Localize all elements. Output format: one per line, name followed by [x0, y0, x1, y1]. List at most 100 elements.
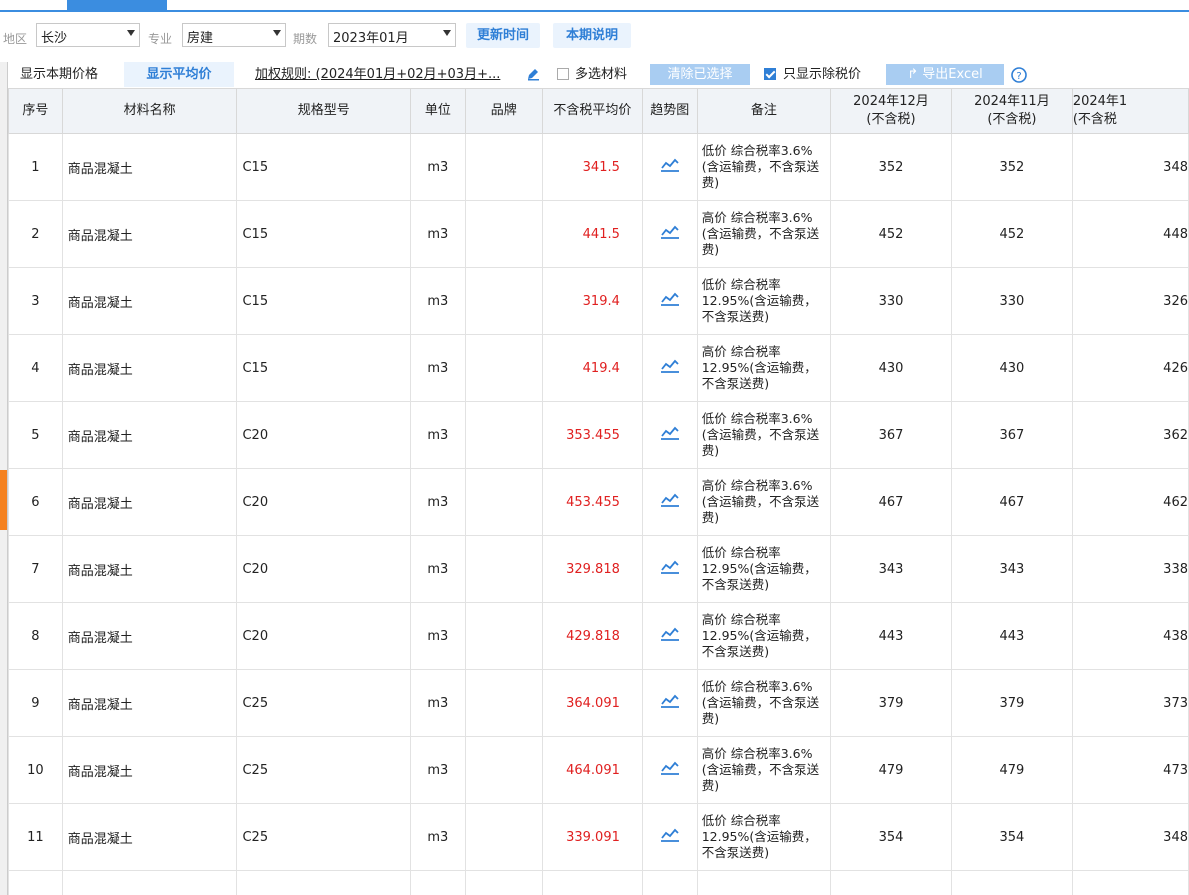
table-row[interactable]: 6 商品混凝土 C20 m3 453.455 高价 综合税率3.6%(含运输费，不含泵送费… [8, 468, 1189, 536]
table-row[interactable]: 高价 综合税率 [8, 870, 1189, 895]
cell-material-name: 商品混凝土 [61, 803, 238, 871]
filter-bar: 地区 长沙 专业 房建 期数 2023年01月 更新时间 本期说明 [0, 13, 1189, 58]
region-select[interactable]: 长沙 [36, 23, 140, 47]
cell-avg-price: 339.091 [541, 803, 643, 871]
table-row[interactable]: 1 商品混凝土 C15 m3 341.5 低价 综合税率3.6%(含运输费，不含泵送费) 3… [8, 133, 1189, 201]
period-select[interactable]: 2023年01月 [328, 23, 456, 47]
trend-chart-icon[interactable] [660, 693, 680, 709]
cell-2024-10: 338 [1071, 535, 1189, 603]
show-avg-price-button[interactable]: 显示平均价 [124, 62, 234, 87]
cell-spec: C25 [236, 669, 411, 737]
cell-2024-11: 367 [950, 401, 1073, 469]
cell-trend[interactable] [641, 602, 698, 670]
period-label: 期数 [293, 32, 318, 46]
left-collapse-marker[interactable] [0, 470, 7, 530]
col-header-2024-12[interactable]: 2024年12月 (不含税) [830, 88, 952, 134]
cell-2024-10: 362 [1071, 401, 1189, 469]
trend-chart-icon[interactable] [660, 626, 680, 642]
table-row[interactable]: 4 商品混凝土 C15 m3 419.4 高价 综合税率12.95%(含运输费，不含泵送费… [8, 334, 1189, 402]
update-time-button[interactable]: 更新时间 [466, 23, 540, 48]
cell-trend[interactable] [641, 736, 698, 804]
cell-material-name: 商品混凝土 [61, 669, 238, 737]
cell-material-name: 商品混凝土 [61, 267, 238, 335]
cell-trend[interactable] [641, 334, 698, 402]
trend-chart-icon[interactable] [660, 827, 680, 843]
cell-trend[interactable] [641, 468, 698, 536]
major-select[interactable]: 房建 [182, 23, 286, 47]
cell-brand [464, 334, 543, 402]
cell-2024-10: 473 [1071, 736, 1189, 804]
export-excel-button[interactable]: ↱ 导出Excel [886, 64, 1004, 85]
cell-unit: m3 [409, 267, 466, 335]
show-current-price-button[interactable]: 显示本期价格 [20, 62, 98, 87]
cell-unit: m3 [409, 535, 466, 603]
cell-trend[interactable] [641, 803, 698, 871]
table-row[interactable]: 5 商品混凝土 C20 m3 353.455 低价 综合税率3.6%(含运输费，不含泵送费… [8, 401, 1189, 469]
col-header-avg-price[interactable]: 不含税平均价 [541, 88, 643, 134]
trend-chart-icon[interactable] [660, 559, 680, 575]
table-row[interactable]: 7 商品混凝土 C20 m3 329.818 低价 综合税率12.95%(含运输费，不含泵… [8, 535, 1189, 603]
only-tax-excluded-checkbox[interactable] [764, 68, 776, 80]
cell-avg-price: 419.4 [541, 334, 643, 402]
col-header-note[interactable]: 备注 [696, 88, 832, 134]
trend-chart-icon[interactable] [660, 425, 680, 441]
multi-select-checkbox[interactable] [557, 68, 569, 80]
cell-2024-11: 379 [950, 669, 1073, 737]
cell-avg-price: 319.4 [541, 267, 643, 335]
cell-spec: C20 [236, 401, 411, 469]
table-row[interactable]: 10 商品混凝土 C25 m3 464.091 高价 综合税率3.6%(含运输费，不含泵送… [8, 736, 1189, 804]
table-row[interactable]: 2 商品混凝土 C15 m3 441.5 高价 综合税率3.6%(含运输费，不含泵送费) 4… [8, 200, 1189, 268]
cell-trend[interactable] [641, 535, 698, 603]
cell-trend[interactable] [641, 267, 698, 335]
cell-2024-11 [950, 870, 1073, 895]
col-header-trend[interactable]: 趋势图 [641, 88, 698, 134]
grid-toolbar: 显示本期价格 显示平均价 加权规则: (2024年01月+02月+03月+...… [0, 62, 1189, 87]
table-row[interactable]: 11 商品混凝土 C25 m3 339.091 低价 综合税率12.95%(含运输费，不含… [8, 803, 1189, 871]
cell-unit [409, 870, 466, 895]
cell-trend[interactable] [641, 669, 698, 737]
cell-unit: m3 [409, 602, 466, 670]
cell-material-name: 商品混凝土 [61, 535, 238, 603]
col-header-2024-11[interactable]: 2024年11月 (不含税) [950, 88, 1073, 134]
trend-chart-icon[interactable] [660, 224, 680, 240]
cell-brand [464, 870, 543, 895]
cell-trend[interactable] [641, 133, 698, 201]
cell-unit: m3 [409, 334, 466, 402]
cell-2024-10: 462 [1071, 468, 1189, 536]
table-row[interactable]: 3 商品混凝土 C15 m3 319.4 低价 综合税率12.95%(含运输费，不含泵送费… [8, 267, 1189, 335]
col-header-brand[interactable]: 品牌 [464, 88, 543, 134]
period-info-button[interactable]: 本期说明 [553, 23, 631, 48]
chevron-down-icon [273, 30, 281, 36]
svg-text:?: ? [1016, 71, 1021, 82]
cell-no: 9 [8, 669, 63, 737]
col-header-2024-10[interactable]: 2024年1 (不含税 [1071, 88, 1189, 134]
col-header-unit[interactable]: 单位 [409, 88, 466, 134]
trend-chart-icon[interactable] [660, 358, 680, 374]
clear-selected-button[interactable]: 清除已选择 [650, 64, 750, 85]
pencil-icon[interactable] [526, 67, 540, 81]
help-circle-icon[interactable]: ? [1011, 67, 1027, 83]
trend-chart-icon[interactable] [660, 291, 680, 307]
cell-material-name: 商品混凝土 [61, 401, 238, 469]
cell-trend [641, 870, 698, 895]
col-header-name[interactable]: 材料名称 [61, 88, 238, 134]
col-header-spec[interactable]: 规格型号 [236, 88, 411, 134]
trend-chart-icon[interactable] [660, 157, 680, 173]
table-row[interactable]: 9 商品混凝土 C25 m3 364.091 低价 综合税率3.6%(含运输费，不含泵送费… [8, 669, 1189, 737]
cell-note: 高价 综合税率12.95%(含运输费，不含泵送费) [696, 334, 832, 402]
trend-chart-icon[interactable] [660, 492, 680, 508]
export-excel-label: 导出Excel [922, 67, 983, 82]
trend-chart-icon[interactable] [660, 760, 680, 776]
cell-unit: m3 [409, 200, 466, 268]
cell-trend[interactable] [641, 401, 698, 469]
col-header-no[interactable]: 序号 [8, 88, 63, 134]
cell-trend[interactable] [641, 200, 698, 268]
cell-note: 高价 综合税率3.6%(含运输费，不含泵送费) [696, 468, 832, 536]
active-tab-marker[interactable] [67, 0, 167, 10]
cell-note: 高价 综合税率3.6%(含运输费，不含泵送费) [696, 736, 832, 804]
table-body: 1 商品混凝土 C15 m3 341.5 低价 综合税率3.6%(含运输费，不含泵送费) 3… [8, 133, 1189, 895]
weight-rule-link[interactable]: 加权规则: (2024年01月+02月+03月+... [255, 62, 500, 87]
cell-spec: C15 [236, 200, 411, 268]
table-row[interactable]: 8 商品混凝土 C20 m3 429.818 高价 综合税率12.95%(含运输费，不含泵… [8, 602, 1189, 670]
cell-2024-11: 354 [950, 803, 1073, 871]
